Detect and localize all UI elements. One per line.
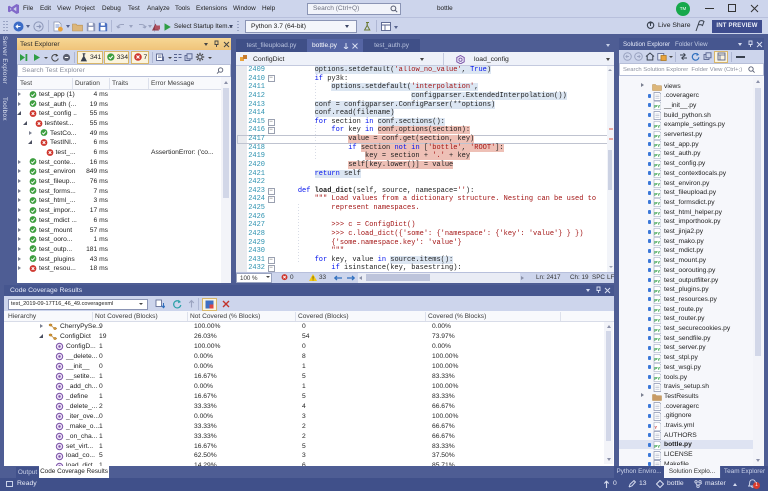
svg-text:Y: Y bbox=[654, 425, 657, 430]
